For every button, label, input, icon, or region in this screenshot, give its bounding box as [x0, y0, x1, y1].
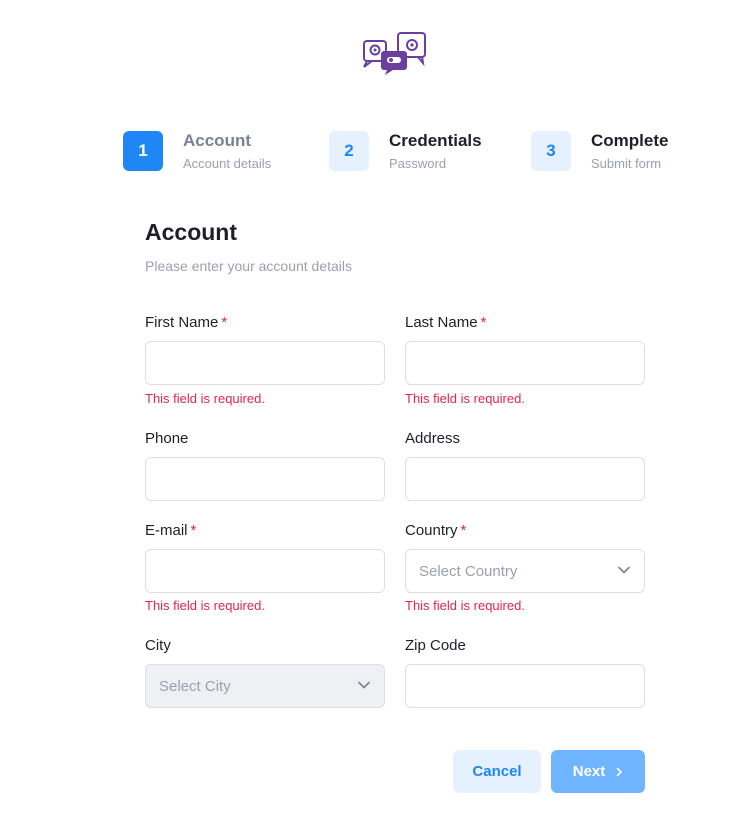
cancel-button-label: Cancel — [472, 763, 522, 780]
app-logo-icon — [363, 32, 426, 75]
email-error: This field is required. — [145, 598, 265, 613]
chevron-down-icon — [358, 681, 370, 689]
step-title: Account — [183, 131, 251, 150]
first-name-input[interactable] — [145, 341, 385, 385]
country-select[interactable]: Select Country — [405, 549, 645, 593]
last-name-input[interactable] — [405, 341, 645, 385]
email-label: E-mail * — [145, 522, 196, 539]
chevron-down-icon — [618, 566, 630, 574]
form-title: Account — [145, 219, 237, 245]
zip-code-input[interactable] — [405, 664, 645, 708]
next-button[interactable]: Next — [551, 750, 645, 793]
city-placeholder: Select City — [159, 678, 231, 695]
city-label: City — [145, 637, 171, 654]
country-placeholder: Select Country — [419, 563, 518, 580]
required-marker: * — [480, 314, 487, 331]
phone-input[interactable] — [145, 457, 385, 501]
phone-label: Phone — [145, 430, 189, 447]
step-title: Credentials — [389, 131, 482, 150]
address-label: Address — [405, 430, 461, 447]
first-name-error: This field is required. — [145, 391, 265, 406]
last-name-error: This field is required. — [405, 391, 525, 406]
cancel-button[interactable]: Cancel — [453, 750, 541, 793]
required-marker: * — [221, 314, 228, 331]
required-marker: * — [190, 522, 197, 539]
address-input[interactable] — [405, 457, 645, 501]
email-input[interactable] — [145, 549, 385, 593]
step-subtitle: Submit form — [591, 156, 662, 171]
next-button-label: Next — [572, 763, 606, 780]
step-number: 3 — [531, 131, 571, 171]
step-subtitle: Account details — [183, 156, 272, 171]
form-subtitle: Please enter your account details — [145, 258, 353, 274]
email-label-text: E-mail — [145, 522, 188, 539]
first-name-label-text: First Name — [145, 314, 219, 331]
step-number: 2 — [329, 131, 369, 171]
step-subtitle: Password — [389, 156, 447, 171]
country-label-text: Country — [405, 522, 458, 539]
last-name-label: Last Name * — [405, 314, 486, 331]
first-name-label: First Name * — [145, 314, 227, 331]
step-number: 1 — [123, 131, 163, 171]
country-label: Country * — [405, 522, 466, 539]
last-name-label-text: Last Name — [405, 314, 478, 331]
city-select[interactable]: Select City — [145, 664, 385, 708]
chevron-right-icon — [616, 767, 623, 776]
country-error: This field is required. — [405, 598, 525, 613]
required-marker: * — [460, 522, 467, 539]
zip-code-label: Zip Code — [405, 637, 466, 654]
step-title: Complete — [591, 131, 669, 150]
